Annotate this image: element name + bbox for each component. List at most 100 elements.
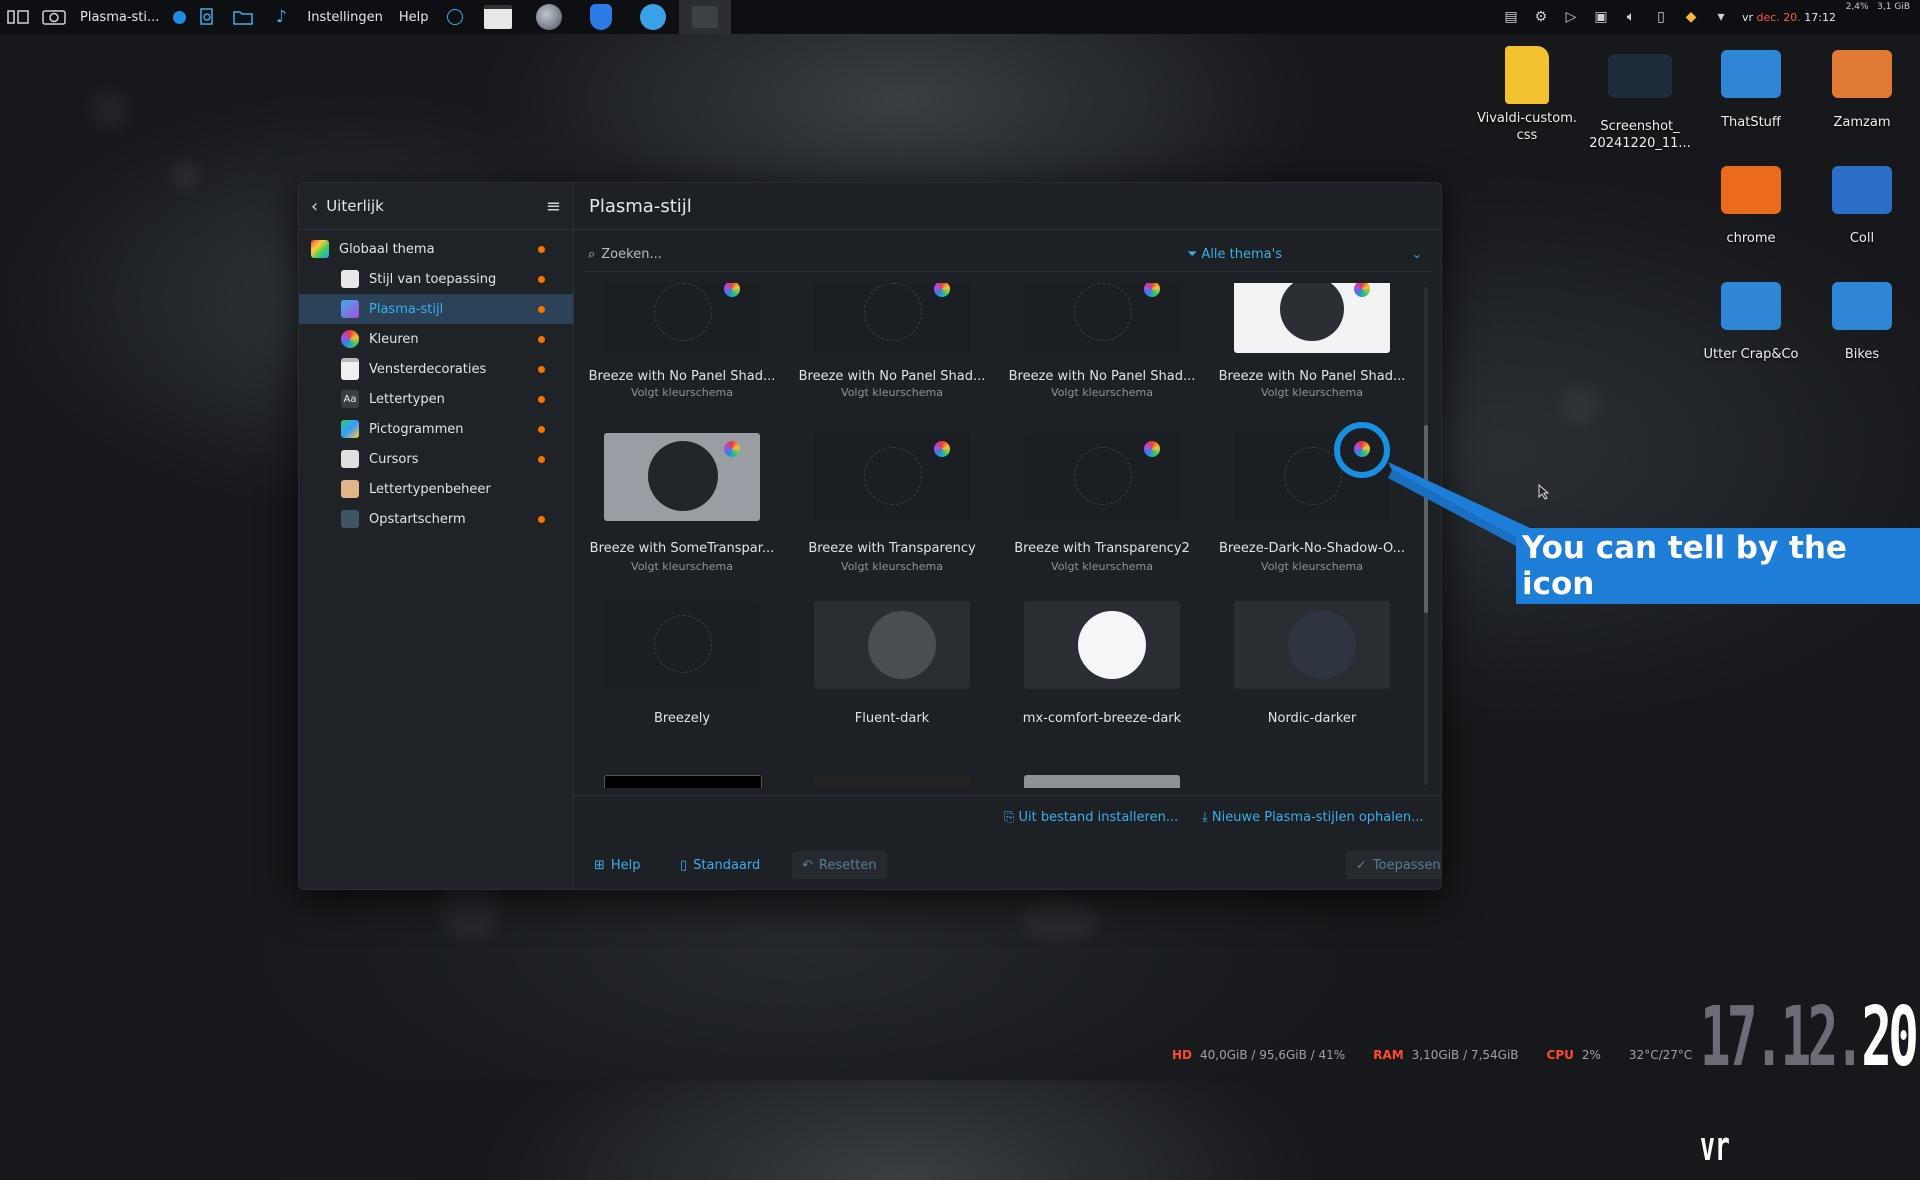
theme-preview: [1234, 283, 1390, 353]
clock-preview: [1280, 283, 1344, 341]
theme-tile[interactable]: Breeze with No Panel Shad... Volgt kleur…: [584, 283, 794, 439]
checkmark-icon: ✓: [1356, 857, 1367, 873]
active-window-title[interactable]: Plasma-sti...: [72, 10, 167, 25]
font-icon: Aa: [341, 390, 359, 408]
phone-icon[interactable]: ▯: [1650, 6, 1672, 28]
scrollbar[interactable]: [1424, 287, 1428, 785]
theme-preview[interactable]: [814, 775, 970, 788]
music-icon[interactable]: ♪: [263, 0, 299, 34]
theme-tile[interactable]: Breeze with No Panel Shad... Volgt kleur…: [1214, 283, 1414, 439]
sidebar-item-opstartscherm[interactable]: Opstartscherm: [299, 504, 573, 534]
sidebar-item-pictogrammen[interactable]: Pictogrammen: [299, 414, 573, 444]
app-launcher-icon[interactable]: [0, 0, 36, 34]
desktop-icon-utter-crap[interactable]: Utter Crap&Co: [1696, 282, 1806, 363]
clock-preview: [864, 283, 922, 341]
folder-icon: [1832, 166, 1892, 214]
folder-icon: [1721, 50, 1781, 98]
desktop-icon-chrome[interactable]: chrome: [1696, 166, 1806, 247]
get-new-styles-link[interactable]: ⤓ Nieuwe Plasma-stijlen ophalen...: [1202, 810, 1423, 825]
search-bar: ⌕ Zoeken... ⏷ Alle thema's ⌄: [584, 237, 1432, 272]
help-button[interactable]: ⊞ Help: [584, 851, 651, 879]
scrollbar-handle[interactable]: [1424, 425, 1428, 613]
sidebar-item-globaal-thema[interactable]: Globaal thema: [299, 234, 573, 264]
clock-preview: [1078, 611, 1146, 679]
folder-icon: [1832, 50, 1892, 98]
sidebar-item-cursors[interactable]: Cursors: [299, 444, 573, 474]
gear-icon[interactable]: ⚙: [1530, 6, 1552, 28]
notes-icon[interactable]: ▤: [1500, 6, 1522, 28]
screenshot-icon[interactable]: [36, 0, 72, 34]
folder-icon[interactable]: [223, 0, 263, 34]
desktop-icon-coll[interactable]: Coll: [1807, 166, 1917, 247]
menu-help[interactable]: Help: [391, 10, 437, 25]
modified-dot: [538, 276, 545, 283]
theme-preview: [604, 601, 760, 689]
sidebar-item-lettertypen[interactable]: Aa Lettertypen: [299, 384, 573, 414]
theme-preview: [1024, 601, 1180, 689]
modified-dot: [538, 336, 545, 343]
font-manager-icon: [341, 480, 359, 498]
terminal-app-icon[interactable]: [473, 0, 523, 34]
theme-tile[interactable]: Breeze with SomeTranspar... Volgt kleurs…: [584, 433, 794, 599]
system-settings-task-icon[interactable]: [678, 0, 731, 34]
panel-clock[interactable]: vr dec. 20. 17:12: [1742, 11, 1836, 24]
theme-tile[interactable]: Breeze with Transparency2 Volgt kleursch…: [1004, 433, 1214, 599]
install-from-file-link[interactable]: ⎘ Uit bestand installeren...: [1004, 810, 1178, 825]
color-scheme-icon: [1144, 283, 1160, 297]
theme-preview: [814, 601, 970, 689]
desktop-icon-screenshot[interactable]: Screenshot_ 20241220_11...: [1585, 46, 1695, 152]
sidebar-item-lettertypenbeheer[interactable]: Lettertypenbeheer: [299, 474, 573, 504]
sidebar-item-plasma-stijl[interactable]: Plasma-stijl: [299, 294, 573, 324]
sidebar-item-vensterdecoraties[interactable]: Vensterdecoraties: [299, 354, 573, 384]
sidebar-back-label[interactable]: Uiterlijk: [326, 197, 384, 215]
circle-blue-icon[interactable]: [167, 0, 191, 34]
clipboard-icon[interactable]: ▣: [1590, 6, 1612, 28]
theme-tile[interactable]: mx-comfort-breeze-dark: [1004, 601, 1214, 767]
footer: ⊞ Help ▯ Standaard ↶ Resetten ✓ Toepassen: [574, 843, 1441, 889]
wifi-icon[interactable]: ◆: [1680, 6, 1702, 28]
search-input[interactable]: Zoeken...: [601, 247, 662, 262]
theme-tile[interactable]: Breeze with No Panel Shad... Volgt kleur…: [1004, 283, 1214, 439]
sidebar-item-kleuren[interactable]: Kleuren: [299, 324, 573, 354]
desktop-icon-thatstuff[interactable]: ThatStuff: [1696, 50, 1806, 131]
application-style-icon: [341, 270, 359, 288]
play-icon[interactable]: ▷: [1560, 6, 1582, 28]
image-thumbnail-icon: [1608, 54, 1672, 98]
apply-button[interactable]: ✓ Toepassen: [1346, 851, 1441, 879]
default-button[interactable]: ▯ Standaard: [670, 851, 770, 879]
brave-shield-icon[interactable]: [575, 0, 627, 34]
folder-icon: [1832, 282, 1892, 330]
menu-instellingen[interactable]: Instellingen: [299, 10, 391, 25]
theme-preview[interactable]: [604, 775, 762, 788]
theme-preview[interactable]: [1024, 775, 1180, 788]
filter-dropdown[interactable]: ⏷ Alle thema's ⌄: [1187, 247, 1422, 262]
document-search-icon[interactable]: [191, 0, 223, 34]
sidebar: ‹ Uiterlijk ≡ Globaal thema Stijl van to…: [299, 183, 574, 889]
callout-text: You can tell by the icon: [1516, 528, 1920, 604]
back-arrow-icon[interactable]: ‹: [311, 196, 318, 217]
sidebar-item-stijl-van-toepassing[interactable]: Stijl van toepassing: [299, 264, 573, 294]
filter-label: Alle thema's: [1201, 246, 1282, 262]
theme-tile[interactable]: Breeze with No Panel Shad... Volgt kleur…: [794, 283, 1004, 439]
theme-preview: [604, 283, 760, 353]
theme-tile[interactable]: Fluent-dark: [794, 601, 1004, 767]
system-settings-window: ‹ Uiterlijk ≡ Globaal thema Stijl van to…: [298, 182, 1442, 890]
theme-tile[interactable]: Breeze with Transparency Volgt kleursche…: [794, 433, 1004, 599]
desktop-icon-bikes[interactable]: Bikes: [1807, 282, 1917, 363]
desktop-icon-css-file[interactable]: Vivaldi-custom. css: [1472, 46, 1582, 144]
chevron-down-icon[interactable]: ▾: [1710, 6, 1732, 28]
big-date-widget: 17.12.20 vr: [1700, 990, 1919, 1170]
desktop-icon-zamzam[interactable]: Zamzam: [1807, 50, 1917, 131]
clock-preview: [654, 283, 712, 341]
globe-app-icon[interactable]: [523, 0, 575, 34]
mouse-cursor-icon: [1538, 483, 1550, 500]
reset-button[interactable]: ↶ Resetten: [792, 851, 887, 879]
browser-app-icon[interactable]: [627, 0, 679, 34]
theme-tile[interactable]: Nordic-darker: [1214, 601, 1414, 767]
hamburger-menu-icon[interactable]: ≡: [546, 196, 561, 217]
volume-icon[interactable]: 🔈︎: [1620, 6, 1642, 28]
modified-dot: [538, 306, 545, 313]
search-circle-icon[interactable]: [437, 0, 473, 34]
theme-tile[interactable]: Breezely: [584, 601, 794, 767]
cursor-icon: [341, 450, 359, 468]
